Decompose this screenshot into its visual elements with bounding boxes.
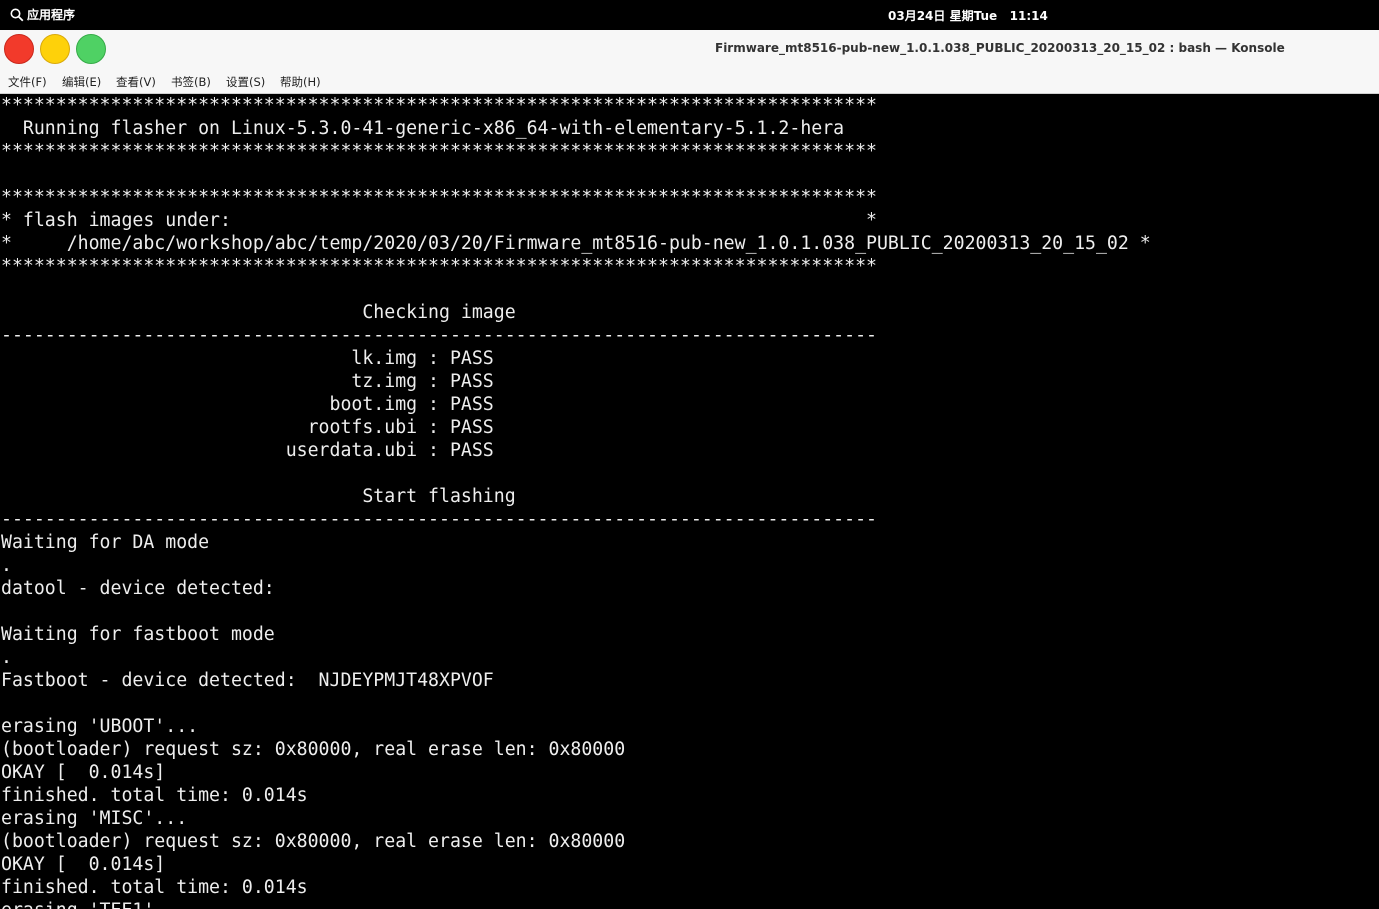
terminal-line: OKAY [ 0.014s]	[1, 854, 166, 875]
terminal-line: userdata.ubi : PASS	[1, 440, 494, 461]
terminal-line: ****************************************…	[1, 141, 877, 162]
terminal-line: Waiting for fastboot mode	[1, 624, 275, 645]
minimize-window-button[interactable]	[40, 34, 70, 64]
maximize-window-button[interactable]	[76, 34, 106, 64]
terminal-line: OKAY [ 0.014s]	[1, 762, 166, 783]
terminal-line: (bootloader) request sz: 0x80000, real e…	[1, 831, 626, 852]
terminal-line: ****************************************…	[1, 256, 877, 277]
terminal-line: Waiting for DA mode	[1, 532, 210, 553]
date-time-indicator[interactable]: 03月24日 星期Tue 11:14	[888, 7, 1048, 24]
window-titlebar[interactable]: Firmware_mt8516-pub-new_1.0.1.038_PUBLIC…	[0, 30, 1379, 68]
menu-file[interactable]: 文件(F)	[8, 74, 47, 90]
terminal-line: * flash images under: *	[1, 210, 877, 231]
terminal-line: ****************************************…	[1, 187, 877, 208]
terminal-line: .	[1, 647, 12, 668]
menu-view[interactable]: 查看(V)	[116, 74, 156, 90]
terminal-text: ****************************************…	[0, 94, 1379, 909]
terminal-line: lk.img : PASS	[1, 348, 494, 369]
menu-bookmarks[interactable]: 书签(B)	[171, 74, 211, 90]
applications-label: 应用程序	[27, 8, 76, 22]
search-icon	[10, 8, 24, 22]
window-title: Firmware_mt8516-pub-new_1.0.1.038_PUBLIC…	[715, 41, 1285, 55]
menu-edit[interactable]: 编辑(E)	[62, 74, 101, 90]
system-top-panel: 应用程序 03月24日 星期Tue 11:14	[0, 0, 1379, 30]
terminal-output[interactable]: ****************************************…	[0, 94, 1379, 909]
terminal-line: ****************************************…	[1, 95, 877, 116]
terminal-line: * /home/abc/workshop/abc/temp/2020/03/20…	[1, 233, 1151, 254]
terminal-line: (bootloader) request sz: 0x80000, real e…	[1, 739, 626, 760]
terminal-line: ----------------------------------------…	[1, 509, 877, 530]
menu-help[interactable]: 帮助(H)	[280, 74, 321, 90]
terminal-line: rootfs.ubi : PASS	[1, 417, 494, 438]
terminal-line: ----------------------------------------…	[1, 325, 877, 346]
terminal-line: erasing 'MISC'...	[1, 808, 188, 829]
menu-settings[interactable]: 设置(S)	[226, 74, 265, 90]
terminal-line: finished. total time: 0.014s	[1, 877, 308, 898]
terminal-line: Fastboot - device detected: NJDEYPMJT48X…	[1, 670, 494, 691]
terminal-line: erasing 'UBOOT'...	[1, 716, 199, 737]
terminal-line: finished. total time: 0.014s	[1, 785, 308, 806]
menu-bar: 文件(F) 编辑(E) 查看(V) 书签(B) 设置(S) 帮助(H)	[0, 68, 1379, 94]
applications-menu[interactable]: 应用程序	[10, 6, 75, 23]
terminal-line: Start flashing	[1, 486, 516, 507]
terminal-line: boot.img : PASS	[1, 394, 494, 415]
terminal-line: Checking image	[1, 302, 516, 323]
terminal-line: datool - device detected:	[1, 578, 275, 599]
terminal-line: tz.img : PASS	[1, 371, 494, 392]
close-window-button[interactable]	[4, 34, 34, 64]
terminal-line: Running flasher on Linux-5.3.0-41-generi…	[1, 118, 845, 139]
terminal-line: erasing 'TEE1'...	[1, 899, 1379, 909]
terminal-line: .	[1, 555, 12, 576]
